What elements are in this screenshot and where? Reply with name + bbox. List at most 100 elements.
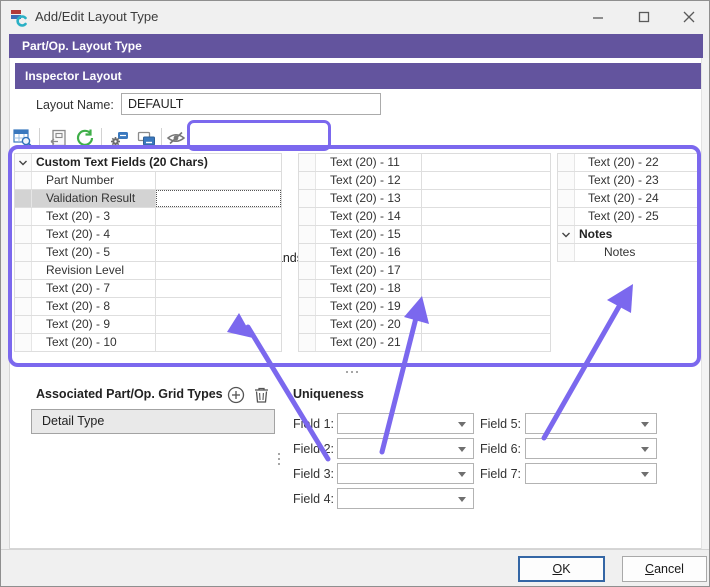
grid-row[interactable]: Text (20) - 20 — [299, 316, 550, 334]
grid-value-cell[interactable] — [422, 190, 550, 207]
grid-row[interactable]: Text (20) - 19 — [299, 298, 550, 316]
layout-name-input[interactable] — [121, 93, 381, 115]
field2-dropdown[interactable] — [337, 438, 474, 459]
layout-name-label: Layout Name: — [36, 98, 114, 112]
grid-row[interactable]: Text (20) - 12 — [299, 172, 550, 190]
field6-dropdown[interactable] — [525, 438, 657, 459]
grid-value-cell[interactable] — [422, 298, 550, 315]
grid-row[interactable]: Text (20) - 21 — [299, 334, 550, 352]
close-icon — [683, 11, 695, 23]
add-grid-type-icon[interactable] — [227, 386, 245, 404]
minimize-icon — [592, 11, 604, 23]
grid-toolbar: Multiple Bands — [1, 123, 710, 151]
maximize-button[interactable] — [623, 1, 665, 32]
grid-value-cell[interactable] — [422, 172, 550, 189]
grid-row[interactable]: Part Number — [15, 172, 281, 190]
grid-row[interactable]: Notes — [558, 244, 697, 262]
grid-value-cell[interactable] — [156, 226, 281, 243]
grid-row[interactable]: Text (20) - 23 — [558, 172, 697, 190]
grid-row-selected[interactable]: Validation Result — [15, 190, 281, 208]
field1-label: Field 1: — [293, 417, 334, 431]
grid-value-cell[interactable] — [156, 316, 281, 333]
section-header-part-op-layout-type: Part/Op. Layout Type — [9, 34, 703, 58]
grid-row[interactable]: Text (20) - 9 — [15, 316, 281, 334]
grid-value-cell[interactable] — [422, 226, 550, 243]
field5-label: Field 5: — [480, 417, 521, 431]
grid-row[interactable]: Text (20) - 18 — [299, 280, 550, 298]
grid-group-header-custom-text-fields[interactable]: Custom Text Fields (20 Chars) — [15, 154, 281, 172]
grid-search-icon[interactable] — [12, 127, 34, 149]
field5-dropdown[interactable] — [525, 413, 657, 434]
grid-row[interactable]: Text (20) - 10 — [15, 334, 281, 352]
grid-row[interactable]: Text (20) - 17 — [299, 262, 550, 280]
grid-row[interactable]: Text (20) - 13 — [299, 190, 550, 208]
toolbar-separator — [161, 128, 162, 147]
grid-row[interactable]: Text (20) - 5 — [15, 244, 281, 262]
field7-label: Field 7: — [480, 467, 521, 481]
app-logo-icon — [9, 7, 29, 27]
grid-row[interactable]: Text (20) - 15 — [299, 226, 550, 244]
grid-row[interactable]: Text (20) - 14 — [299, 208, 550, 226]
grid-row[interactable]: Text (20) - 3 — [15, 208, 281, 226]
grid-value-cell[interactable] — [422, 316, 550, 333]
toolbar-separator — [101, 128, 102, 147]
grid-row[interactable]: Text (20) - 25 — [558, 208, 697, 226]
grid-value-cell[interactable] — [422, 208, 550, 225]
uniqueness-title: Uniqueness — [293, 387, 364, 401]
close-button[interactable] — [668, 1, 710, 32]
vertical-splitter-grip-icon[interactable] — [277, 453, 281, 467]
grid-value-cell[interactable] — [156, 172, 281, 189]
dialog-footer: OK Cancel — [1, 549, 710, 587]
refresh-icon[interactable] — [74, 127, 96, 149]
title-bar: Add/Edit Layout Type — [1, 1, 709, 33]
gear-layout-icon[interactable] — [108, 127, 130, 149]
grid-band-3: Text (20) - 22 Text (20) - 23 Text (20) … — [557, 153, 698, 262]
grid-row[interactable]: Text (20) - 7 — [15, 280, 281, 298]
chevron-down-icon[interactable] — [15, 154, 32, 171]
grid-value-cell[interactable] — [156, 280, 281, 297]
grid-row[interactable]: Text (20) - 8 — [15, 298, 281, 316]
grid-value-cell[interactable] — [422, 334, 550, 351]
section-header-inspector-layout: Inspector Layout — [15, 63, 702, 89]
grid-value-cell[interactable] — [422, 262, 550, 279]
grid-value-cell[interactable] — [422, 244, 550, 261]
horizontal-splitter-grip-icon[interactable] — [346, 370, 360, 374]
grid-value-cell[interactable] — [156, 334, 281, 351]
dialog-window: Add/Edit Layout Type Part/Op. Layout Typ… — [0, 0, 710, 587]
grid-row[interactable]: Text (20) - 24 — [558, 190, 697, 208]
field3-dropdown[interactable] — [337, 463, 474, 484]
grid-band-1: Custom Text Fields (20 Chars) Part Numbe… — [14, 153, 282, 352]
field4-dropdown[interactable] — [337, 488, 474, 509]
grid-group-header-notes[interactable]: Notes — [558, 226, 697, 244]
grid-row[interactable]: Text (20) - 11 — [299, 154, 550, 172]
grid-value-cell[interactable] — [422, 154, 550, 171]
chevron-down-icon[interactable] — [558, 226, 575, 243]
grid-row[interactable]: Text (20) - 16 — [299, 244, 550, 262]
grid-value-cell[interactable] — [156, 262, 281, 279]
field1-dropdown[interactable] — [337, 413, 474, 434]
field3-label: Field 3: — [293, 467, 334, 481]
minimize-button[interactable] — [577, 1, 619, 32]
toolbar-separator — [39, 128, 40, 147]
field7-dropdown[interactable] — [525, 463, 657, 484]
grid-row[interactable]: Text (20) - 22 — [558, 154, 697, 172]
field4-label: Field 4: — [293, 492, 334, 506]
associated-grid-types-title: Associated Part/Op. Grid Types — [36, 387, 223, 401]
hide-columns-eye-icon[interactable] — [165, 127, 187, 149]
field2-label: Field 2: — [293, 442, 334, 456]
grid-value-cell-focused[interactable] — [156, 190, 281, 207]
grid-row[interactable]: Text (20) - 4 — [15, 226, 281, 244]
grid-value-cell[interactable] — [156, 298, 281, 315]
cancel-button[interactable]: Cancel — [622, 556, 707, 582]
grid-type-list-item[interactable]: Detail Type — [31, 409, 275, 434]
grid-row[interactable]: Revision Level — [15, 262, 281, 280]
insert-band-icon[interactable] — [47, 127, 69, 149]
ok-button[interactable]: OK — [518, 556, 605, 582]
grid-value-cell[interactable] — [156, 244, 281, 261]
grid-band-2: Text (20) - 11 Text (20) - 12 Text (20) … — [298, 153, 551, 352]
grid-value-cell[interactable] — [422, 280, 550, 297]
grid-value-cell[interactable] — [156, 208, 281, 225]
maximize-icon — [638, 11, 650, 23]
copy-layout-icon[interactable] — [135, 127, 157, 149]
delete-grid-type-icon[interactable] — [253, 386, 270, 404]
